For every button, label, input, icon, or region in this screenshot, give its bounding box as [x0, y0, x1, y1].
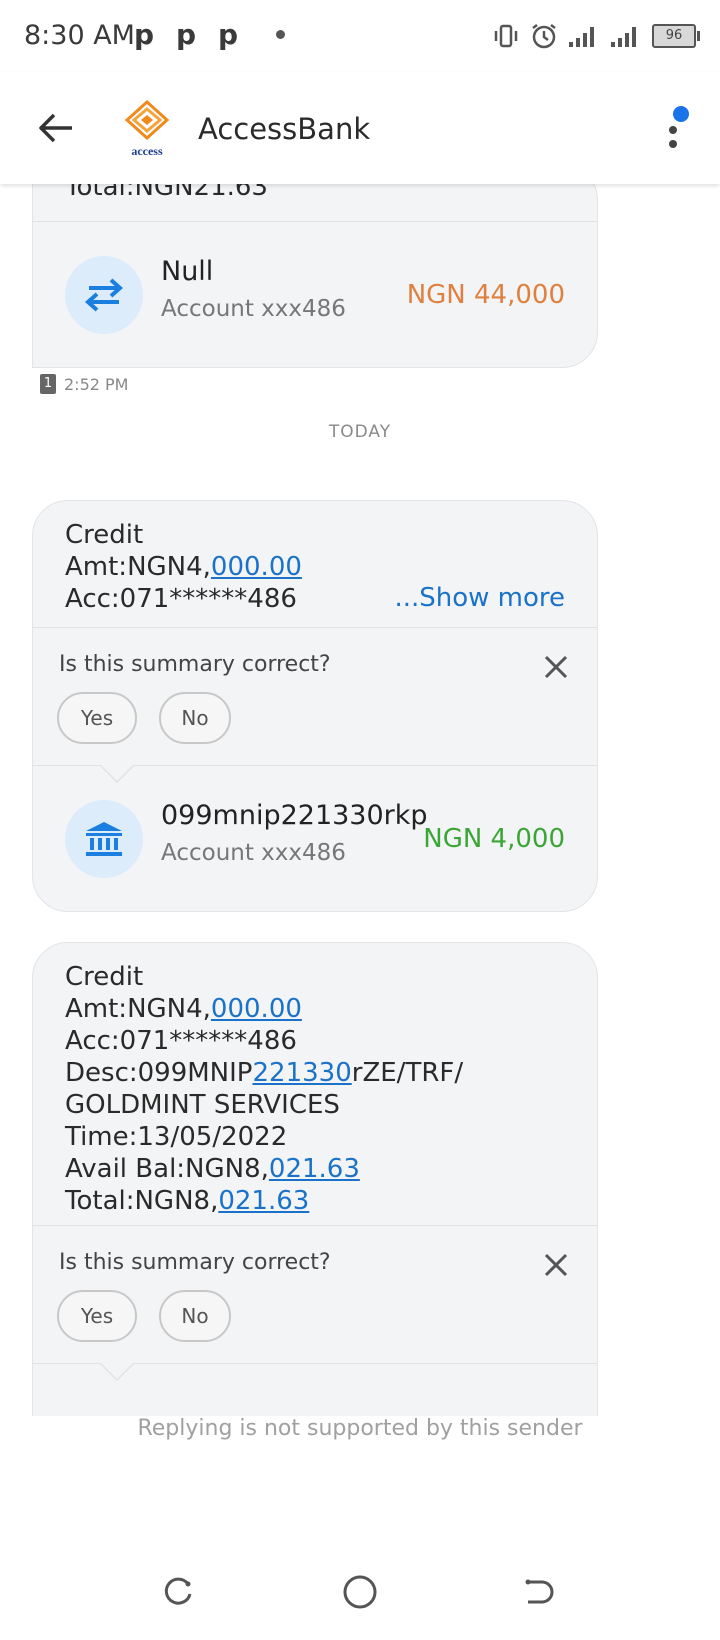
access-logo-icon [124, 99, 170, 141]
date-divider: TODAY [328, 422, 392, 442]
amount-line: Amt:NGN4,000.00 [65, 994, 302, 1024]
message-bubble: Total:NGN21.63 Null Account xxx486 NGN 4… [32, 184, 598, 368]
summary-question: Is this summary correct? [59, 652, 331, 677]
summary-question: Is this summary correct? [59, 1250, 331, 1275]
transfer-icon [65, 256, 143, 334]
app-bar: access AccessBank [0, 72, 720, 184]
status-time: 8:30 AM [24, 20, 135, 51]
close-icon[interactable] [543, 654, 569, 680]
notification-p-icon: p [218, 18, 239, 51]
back-arrow-icon[interactable] [36, 108, 76, 148]
message-text: Credit Amt:NGN4,000.00 Acc:071******486 … [33, 943, 597, 1231]
message-type: Credit [65, 520, 144, 550]
vibrate-icon [494, 24, 518, 48]
summary-feedback: Is this summary correct? Yes No [33, 1225, 597, 1364]
yes-button[interactable]: Yes [57, 692, 137, 744]
description-link[interactable]: 221330 [252, 1058, 351, 1088]
transaction-account: Account xxx486 [161, 296, 346, 322]
total-link[interactable]: 021.63 [218, 1186, 309, 1216]
back-icon[interactable] [522, 1576, 554, 1608]
message-type: Credit [65, 962, 144, 992]
conversation-title: AccessBank [198, 112, 371, 146]
message-bubble[interactable]: Credit Amt:NGN4,000.00 Acc:071******486 … [32, 942, 598, 1416]
signal-icon-2 [611, 27, 636, 47]
notch-pointer [99, 764, 135, 783]
sim-1-icon: 1 [40, 374, 56, 394]
notch-pointer [99, 1362, 135, 1381]
description-line-2: GOLDMINT SERVICES [65, 1090, 340, 1120]
transaction-amount: NGN 4,000 [423, 824, 565, 854]
transaction-amount: NGN 44,000 [406, 280, 565, 310]
total-line: Total:NGN21.63 [65, 184, 268, 202]
summary-feedback: Is this summary correct? Yes No [33, 627, 597, 766]
transaction-card[interactable] [33, 1362, 597, 1416]
transaction-name: 099mnip221330rkp [161, 800, 428, 831]
notification-p-icon: p [176, 18, 197, 51]
account-line: Acc:071******486 [65, 1026, 297, 1056]
reply-not-supported-notice: Replying is not supported by this sender [137, 1416, 583, 1441]
status-icons: 96 [492, 22, 700, 50]
transaction-account: Account xxx486 [161, 840, 346, 866]
yes-button[interactable]: Yes [57, 1290, 137, 1342]
system-nav-bar [0, 1560, 720, 1640]
more-notifications-dot-icon [276, 30, 285, 39]
amount-link[interactable]: 000.00 [211, 994, 302, 1024]
transaction-card[interactable]: Null Account xxx486 NGN 44,000 [33, 221, 597, 368]
bank-icon [65, 800, 143, 878]
available-balance-line: Avail Bal:NGN8,021.63 [65, 1154, 360, 1184]
timestamp-text: 2:52 PM [64, 374, 129, 394]
message-text: Total:NGN21.63 [33, 184, 597, 217]
logo-text: access [131, 144, 163, 158]
total-line: Total:NGN8,021.63 [65, 1186, 310, 1216]
transaction-name: Null [161, 256, 214, 287]
no-button[interactable]: No [159, 692, 231, 744]
access-bank-logo: access [122, 99, 172, 158]
transaction-card[interactable]: 099mnip221330rkp Account xxx486 NGN 4,00… [33, 764, 597, 912]
notification-p-icon: p [134, 18, 155, 51]
status-bar: 8:30 AM p p p 96 [0, 0, 720, 72]
close-icon[interactable] [543, 1252, 569, 1278]
message-list[interactable]: Total:NGN21.63 Null Account xxx486 NGN 4… [0, 184, 720, 1416]
more-options-button[interactable] [664, 106, 689, 156]
alarm-icon [532, 24, 556, 49]
recent-apps-icon[interactable] [162, 1576, 194, 1608]
no-button[interactable]: No [159, 1290, 231, 1342]
message-bubble[interactable]: Credit Amt:NGN4,000.00 Acc:071******486 … [32, 500, 598, 912]
balance-link[interactable]: 021.63 [269, 1154, 360, 1184]
description-line: Desc:099MNIP221330rZE/TRF/ [65, 1058, 464, 1088]
show-more-link[interactable]: ...Show more [394, 583, 565, 613]
battery-icon: 96 [652, 24, 700, 48]
message-timestamp: 1 2:52 PM [40, 374, 128, 394]
notification-badge-icon [673, 106, 689, 122]
menu-dot-icon [669, 126, 677, 134]
time-line: Time:13/05/2022 [65, 1122, 288, 1152]
amount-line: Amt:NGN4,000.00 [65, 552, 302, 582]
home-icon[interactable] [342, 1574, 378, 1610]
menu-dot-icon [669, 140, 677, 148]
signal-icon [569, 27, 594, 47]
amount-link[interactable]: 000.00 [211, 552, 302, 582]
